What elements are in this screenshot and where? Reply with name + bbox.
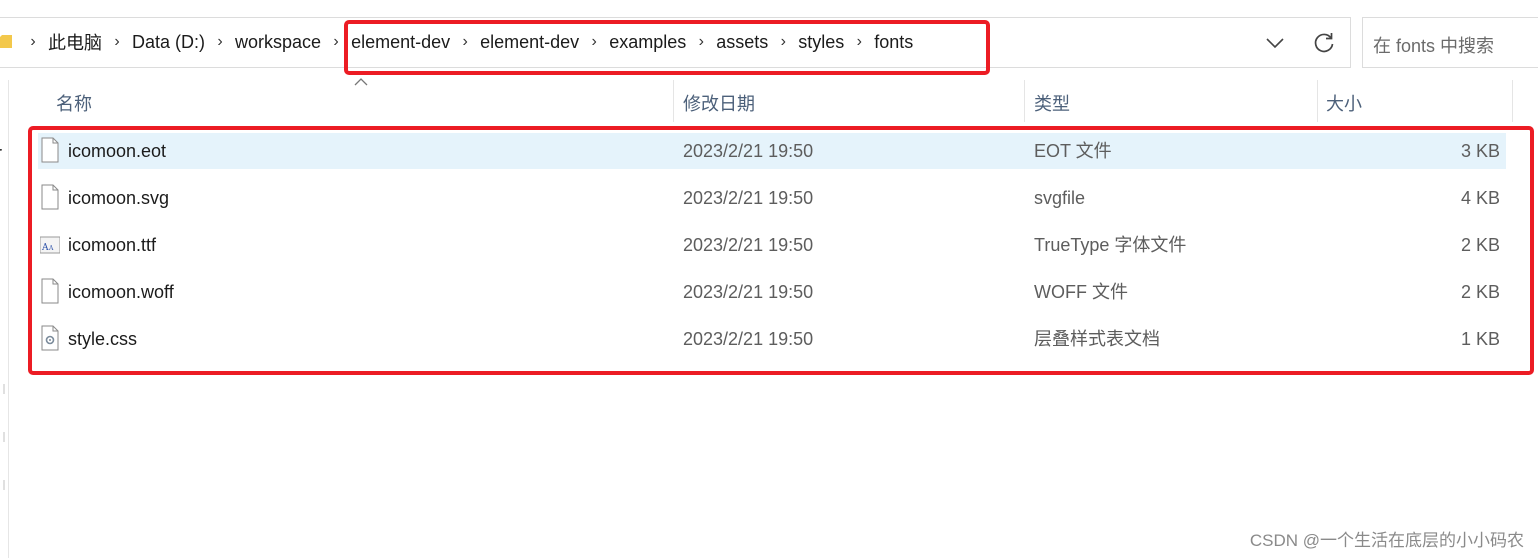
breadcrumb-item[interactable]: Data (D:) bbox=[130, 32, 207, 53]
scroll-tick bbox=[3, 384, 5, 394]
chevron-right-icon[interactable]: › bbox=[452, 33, 478, 51]
column-type[interactable]: 类型 bbox=[1034, 90, 1070, 116]
address-bar-row: › 此电脑 › Data (D:) › workspace › element-… bbox=[0, 0, 1538, 80]
column-divider[interactable] bbox=[1024, 80, 1025, 122]
file-date: 2023/2/21 19:50 bbox=[683, 188, 814, 208]
column-date[interactable]: 修改日期 bbox=[683, 90, 755, 116]
breadcrumb-item[interactable]: element-dev bbox=[478, 32, 581, 53]
search-placeholder: 在 fonts 中搜索 bbox=[1373, 36, 1495, 56]
svg-text:A: A bbox=[41, 243, 49, 253]
file-size: 3 KB bbox=[1460, 141, 1500, 161]
file-type: WOFF 文件 bbox=[1034, 282, 1128, 302]
navigation-item-label: r bbox=[0, 143, 2, 164]
file-row[interactable]: icomoon.svg 2023/2/21 19:50 svgfile 4 KB bbox=[38, 180, 1506, 216]
file-date: 2023/2/21 19:50 bbox=[683, 141, 814, 161]
folder-icon bbox=[0, 35, 12, 48]
breadcrumb-item[interactable]: element-dev bbox=[349, 32, 452, 53]
blank-file-icon bbox=[41, 137, 59, 163]
css-file-icon bbox=[41, 325, 59, 351]
chevron-right-icon[interactable]: › bbox=[688, 33, 714, 51]
file-name[interactable]: icomoon.eot bbox=[68, 139, 166, 163]
file-type: svgfile bbox=[1034, 188, 1086, 208]
file-date: 2023/2/21 19:50 bbox=[683, 282, 814, 302]
font-file-icon: A A bbox=[40, 236, 60, 254]
file-size: 2 KB bbox=[1460, 235, 1500, 255]
chevron-right-icon[interactable]: › bbox=[581, 33, 607, 51]
file-size: 1 KB bbox=[1460, 329, 1500, 349]
column-name[interactable]: 名称 bbox=[56, 90, 92, 116]
column-divider[interactable] bbox=[673, 80, 674, 122]
file-type: EOT 文件 bbox=[1034, 141, 1112, 161]
file-name[interactable]: icomoon.woff bbox=[68, 280, 174, 304]
column-divider[interactable] bbox=[1317, 80, 1318, 122]
chevron-down-icon[interactable] bbox=[1262, 30, 1288, 56]
watermark: CSDN @一个生活在底层的小小码农 bbox=[1249, 531, 1524, 550]
svg-text:A: A bbox=[48, 245, 54, 252]
file-date: 2023/2/21 19:50 bbox=[683, 329, 814, 349]
breadcrumb-item[interactable]: fonts bbox=[872, 32, 915, 53]
file-name[interactable]: icomoon.svg bbox=[68, 186, 169, 210]
chevron-right-icon[interactable]: › bbox=[770, 33, 796, 51]
search-input[interactable]: 在 fonts 中搜索 bbox=[1362, 17, 1538, 68]
file-date: 2023/2/21 19:50 bbox=[683, 235, 814, 255]
column-size[interactable]: 大小 bbox=[1326, 90, 1362, 116]
chevron-right-icon[interactable]: › bbox=[846, 33, 872, 51]
chevron-right-icon[interactable]: › bbox=[104, 33, 130, 51]
refresh-icon[interactable] bbox=[1310, 29, 1338, 57]
column-divider[interactable] bbox=[1512, 80, 1513, 122]
breadcrumb-item[interactable]: styles bbox=[796, 32, 846, 53]
blank-file-icon bbox=[41, 278, 59, 304]
chevron-right-icon[interactable]: › bbox=[207, 33, 233, 51]
file-size: 4 KB bbox=[1460, 188, 1500, 208]
chevron-right-icon[interactable]: › bbox=[323, 33, 349, 51]
file-name[interactable]: style.css bbox=[68, 327, 137, 351]
breadcrumb-item[interactable]: examples bbox=[607, 32, 688, 53]
file-type: 层叠样式表文档 bbox=[1034, 329, 1160, 349]
scroll-tick bbox=[3, 480, 5, 490]
file-row[interactable]: style.css 2023/2/21 19:50 层叠样式表文档 1 KB bbox=[38, 321, 1506, 357]
file-row[interactable]: A A icomoon.ttf 2023/2/21 19:50 TrueType… bbox=[38, 227, 1506, 263]
blank-file-icon bbox=[41, 184, 59, 210]
file-size: 2 KB bbox=[1460, 282, 1500, 302]
scroll-tick bbox=[3, 432, 5, 442]
breadcrumb-item[interactable]: assets bbox=[714, 32, 770, 53]
column-header: 名称 修改日期 类型 大小 bbox=[8, 80, 1538, 122]
breadcrumb-item[interactable]: 此电脑 bbox=[46, 29, 104, 55]
sort-ascending-icon bbox=[354, 78, 368, 86]
chevron-right-icon[interactable]: › bbox=[20, 33, 46, 51]
file-row[interactable]: icomoon.eot 2023/2/21 19:50 EOT 文件 3 KB bbox=[38, 133, 1506, 169]
breadcrumb: › 此电脑 › Data (D:) › workspace › element-… bbox=[20, 30, 915, 54]
file-row[interactable]: icomoon.woff 2023/2/21 19:50 WOFF 文件 2 K… bbox=[38, 274, 1506, 310]
file-name[interactable]: icomoon.ttf bbox=[68, 233, 156, 257]
breadcrumb-item[interactable]: workspace bbox=[233, 32, 323, 53]
file-type: TrueType 字体文件 bbox=[1034, 235, 1187, 255]
